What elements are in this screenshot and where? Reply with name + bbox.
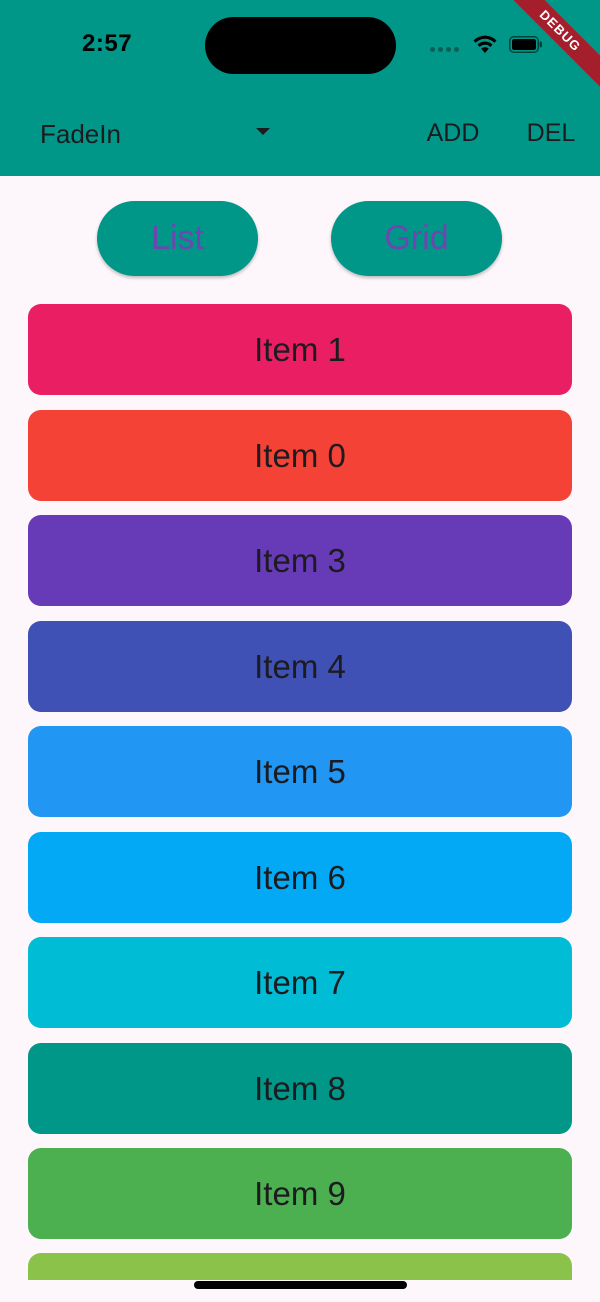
list-view-button[interactable]: List (97, 201, 258, 276)
battery-icon (509, 36, 542, 53)
list-item[interactable]: Item 6 (28, 832, 572, 923)
dynamic-island (205, 17, 396, 74)
grid-view-button[interactable]: Grid (331, 201, 502, 276)
list-item[interactable]: Item 4 (28, 621, 572, 712)
list-item[interactable]: Item 3 (28, 515, 572, 606)
list-item[interactable]: Item 8 (28, 1043, 572, 1134)
list-item[interactable]: Item 5 (28, 726, 572, 817)
item-list: Item 1 Item 0 Item 3 Item 4 Item 5 Item … (0, 0, 600, 1280)
list-item[interactable]: Item 1 (28, 304, 572, 395)
list-item[interactable]: Item 0 (28, 410, 572, 501)
list-item[interactable]: Item 7 (28, 937, 572, 1028)
delete-button[interactable]: DEL (515, 108, 587, 158)
app-bar: 2:57 DEBUG FadeIn ADD DEL (0, 0, 600, 176)
list-item[interactable]: Item 9 (28, 1148, 572, 1239)
add-button[interactable]: ADD (410, 108, 496, 158)
animation-dropdown[interactable]: FadeIn (40, 112, 276, 156)
status-time: 2:57 (82, 30, 133, 57)
animation-dropdown-value: FadeIn (40, 118, 121, 149)
home-indicator[interactable] (194, 1281, 407, 1289)
cellular-signal-icon (430, 47, 460, 55)
list-item[interactable] (28, 1253, 572, 1280)
wifi-icon (473, 35, 497, 53)
caret-down-icon (256, 128, 270, 135)
